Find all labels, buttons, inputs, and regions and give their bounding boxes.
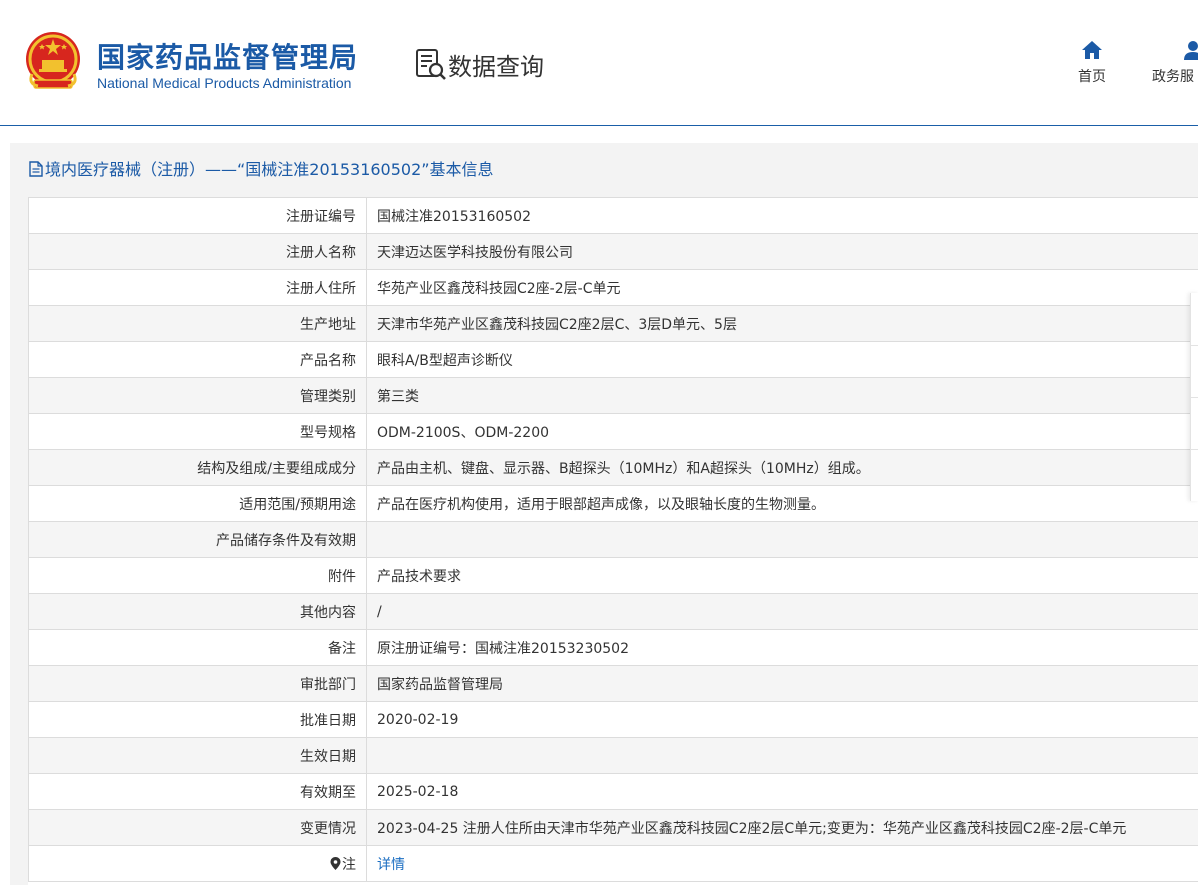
row-key: 生效日期 — [28, 737, 367, 774]
row-key: 产品名称 — [28, 341, 367, 378]
row-value: 第三类 — [366, 377, 1198, 414]
table-row: 备注 原注册证编号：国械注准20153230502 — [28, 629, 1198, 666]
row-value: 产品由主机、键盘、显示器、B超探头（10MHz）和A超探头（10MHz）组成。 — [366, 449, 1198, 486]
table-row: 生效日期 — [28, 737, 1198, 774]
row-key: 注册证编号 — [28, 197, 367, 234]
side-toolbar-divider — [1191, 345, 1198, 346]
table-row: 注册证编号 国械注准20153160502 — [28, 197, 1198, 234]
row-key: 生产地址 — [28, 305, 367, 342]
nav-gov-service[interactable]: 政务服 — [1152, 40, 1198, 86]
panel-title: 境内医疗器械（注册）——“国械注准20153160502”基本信息 — [29, 156, 494, 180]
table-row: 型号规格 ODM-2100S、ODM-2200 — [28, 413, 1198, 450]
note-value: 详情 — [366, 845, 1198, 882]
nav-home-label: 首页 — [1078, 69, 1106, 85]
row-value: 2025-02-18 — [366, 773, 1198, 810]
detail-link[interactable]: 详情 — [377, 857, 405, 873]
table-row: 批准日期 2020-02-19 — [28, 701, 1198, 738]
section-title: 数据查询 — [448, 53, 544, 81]
table-row: 有效期至 2025-02-18 — [28, 773, 1198, 810]
nav-gov-service-label: 政务服 — [1152, 69, 1194, 85]
row-key: 结构及组成/主要组成成分 — [28, 449, 367, 486]
side-toolbar-divider — [1191, 449, 1198, 450]
row-value: 国家药品监督管理局 — [366, 665, 1198, 702]
table-row: 产品名称 眼科A/B型超声诊断仪 — [28, 341, 1198, 378]
row-key: 型号规格 — [28, 413, 367, 450]
data-query-icon — [416, 49, 446, 80]
table-row: 生产地址 天津市华苑产业区鑫茂科技园C2座2层C、3层D单元、5层 — [28, 305, 1198, 342]
site-header: 国家药品监督管理局 National Medical Products Admi… — [0, 0, 1198, 126]
note-key-label: 注 — [342, 856, 356, 873]
table-row: 审批部门 国家药品监督管理局 — [28, 665, 1198, 702]
row-value — [366, 737, 1198, 774]
table-row: 适用范围/预期用途 产品在医疗机构使用，适用于眼部超声成像，以及眼轴长度的生物测量… — [28, 485, 1198, 522]
row-value: 原注册证编号：国械注准20153230502 — [366, 629, 1198, 666]
table-row: 产品储存条件及有效期 — [28, 521, 1198, 558]
row-key: 产品储存条件及有效期 — [28, 521, 367, 558]
row-value: 天津迈达医学科技股份有限公司 — [366, 233, 1198, 270]
row-value: / — [366, 593, 1198, 630]
row-key: 变更情况 — [28, 809, 367, 846]
brand-name-cn[interactable]: 国家药品监督管理局 — [97, 36, 358, 76]
row-value: 2020-02-19 — [366, 701, 1198, 738]
side-toolbar[interactable] — [1190, 293, 1198, 501]
row-key: 注册人名称 — [28, 233, 367, 270]
note-key: 注 — [28, 845, 367, 882]
home-icon — [1082, 41, 1102, 59]
table-row: 管理类别 第三类 — [28, 377, 1198, 414]
row-value: 产品技术要求 — [366, 557, 1198, 594]
info-panel: 境内医疗器械（注册）——“国械注准20153160502”基本信息 注册证编号国… — [10, 143, 1198, 885]
table-row: 结构及组成/主要组成成分 产品由主机、键盘、显示器、B超探头（10MHz）和A超探… — [28, 449, 1198, 486]
row-value: 产品在医疗机构使用，适用于眼部超声成像，以及眼轴长度的生物测量。 — [366, 485, 1198, 522]
row-key: 审批部门 — [28, 665, 367, 702]
row-value: 华苑产业区鑫茂科技园C2座-2层-C单元 — [366, 269, 1198, 306]
header-divider — [0, 125, 1198, 126]
table-row: 其他内容 / — [28, 593, 1198, 630]
table-row: 附件 产品技术要求 — [28, 557, 1198, 594]
nav-home[interactable]: 首页 — [1074, 40, 1110, 86]
brand-name-en[interactable]: National Medical Products Administration — [97, 75, 351, 91]
row-value: 眼科A/B型超声诊断仪 — [366, 341, 1198, 378]
row-value: 2023-04-25 注册人住所由天津市华苑产业区鑫茂科技园C2座2层C单元;变… — [366, 809, 1198, 846]
note-row: 注 详情 — [28, 845, 1198, 882]
row-value: 国械注准20153160502 — [366, 197, 1198, 234]
table-row: 变更情况 2023-04-25 注册人住所由天津市华苑产业区鑫茂科技园C2座2层C… — [28, 809, 1198, 846]
row-value — [366, 521, 1198, 558]
document-icon — [29, 161, 43, 177]
row-key: 注册人住所 — [28, 269, 367, 306]
row-key: 适用范围/预期用途 — [28, 485, 367, 522]
national-emblem-icon[interactable] — [24, 30, 82, 92]
row-key: 附件 — [28, 557, 367, 594]
info-table: 注册证编号 国械注准20153160502 注册人名称 天津迈达医学科技股份有限公司… — [28, 197, 1198, 882]
table-row: 注册人住所 华苑产业区鑫茂科技园C2座-2层-C单元 — [28, 269, 1198, 306]
row-key: 有效期至 — [28, 773, 367, 810]
panel-title-text: 境内医疗器械（注册）——“国械注准20153160502”基本信息 — [45, 160, 494, 179]
row-key: 管理类别 — [28, 377, 367, 414]
info-table-wrap: 注册证编号 国械注准20153160502 注册人名称 天津迈达医学科技股份有限公司… — [28, 197, 1198, 885]
user-icon — [1184, 41, 1198, 60]
row-key: 批准日期 — [28, 701, 367, 738]
side-toolbar-divider — [1191, 397, 1198, 398]
row-value: 天津市华苑产业区鑫茂科技园C2座2层C、3层D单元、5层 — [366, 305, 1198, 342]
row-key: 其他内容 — [28, 593, 367, 630]
pin-icon — [330, 856, 341, 870]
table-row: 注册人名称 天津迈达医学科技股份有限公司 — [28, 233, 1198, 270]
row-value: ODM-2100S、ODM-2200 — [366, 413, 1198, 450]
row-key: 备注 — [28, 629, 367, 666]
